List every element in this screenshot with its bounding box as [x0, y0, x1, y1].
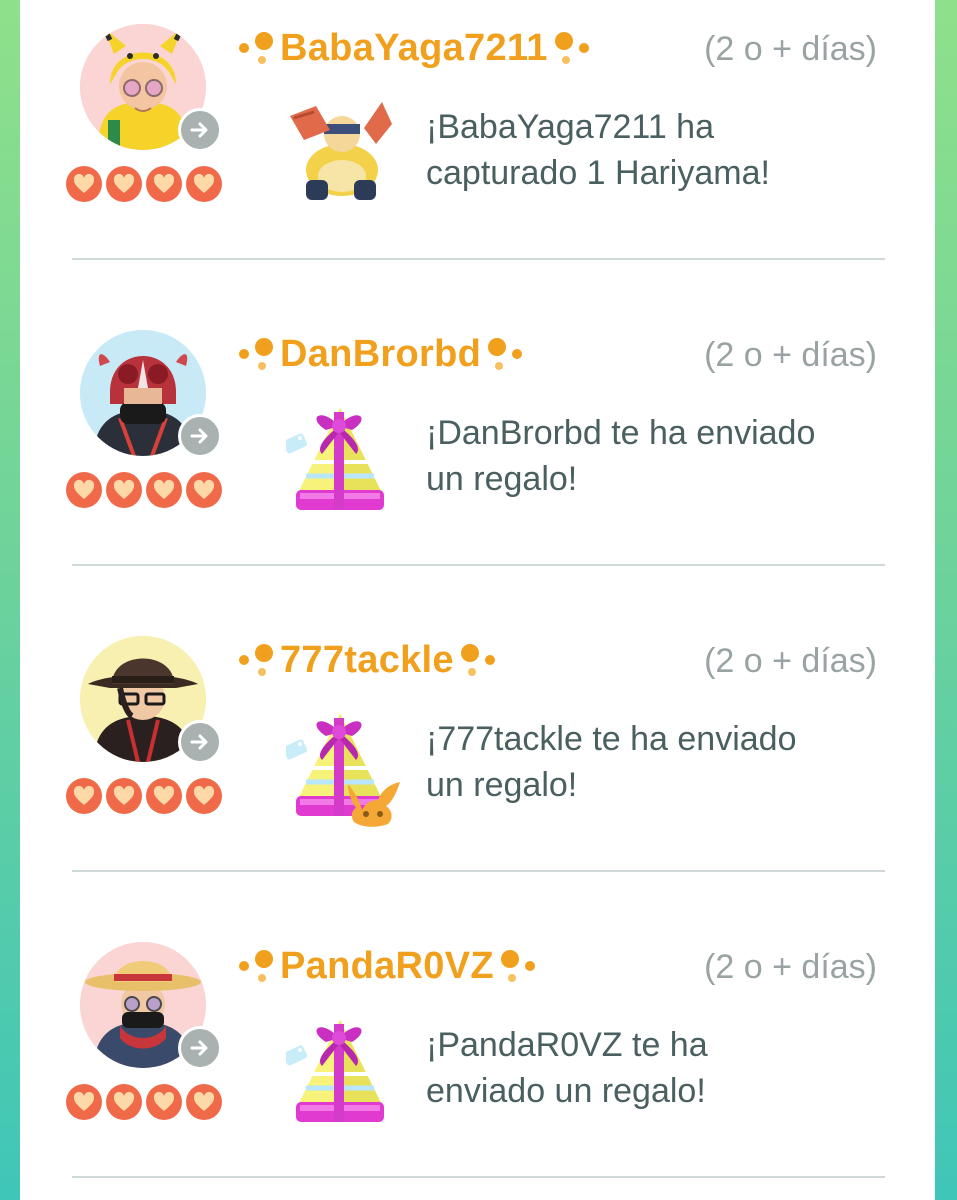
activity-message: ¡BabaYaga7211 ha capturado 1 Hariyama! [426, 104, 886, 196]
view-profile-arrow-button[interactable] [178, 108, 222, 152]
name-dots-decoration-icon [238, 28, 278, 68]
heart-icon [146, 472, 182, 508]
name-dots-decoration-icon [483, 334, 523, 374]
name-dots-decoration-icon [238, 946, 278, 986]
message-line: ¡DanBrorbd te ha enviado [426, 414, 816, 452]
arrow-right-icon [188, 424, 212, 448]
time-ago: (2 o + días) [704, 948, 877, 986]
heart-icon [106, 472, 142, 508]
activity-message: ¡PandaR0VZ te ha enviado un regalo! [426, 1022, 886, 1114]
activity-feed-panel: BabaYaga7211 (2 o + días) ¡BabaYaga7211 … [20, 0, 935, 1200]
name-dots-decoration-icon [550, 28, 590, 68]
trainer-name: BabaYaga7211 [280, 26, 548, 69]
heart-icon [186, 1084, 222, 1120]
message-line: ¡BabaYaga7211 ha [426, 108, 714, 146]
heart-icon [66, 1084, 102, 1120]
heart-icon [186, 166, 222, 202]
feed-item[interactable]: DanBrorbd (2 o + días) ¡DanBrorbd te ha … [20, 306, 935, 612]
heart-icon [146, 1084, 182, 1120]
name-dots-decoration-icon [238, 640, 278, 680]
activity-message: ¡777tackle te ha enviado un regalo! [426, 716, 886, 808]
name-dots-decoration-icon [456, 640, 496, 680]
view-profile-arrow-button[interactable] [178, 720, 222, 764]
name-dots-decoration-icon [238, 334, 278, 374]
message-line: un regalo! [426, 460, 578, 498]
view-profile-arrow-button[interactable] [178, 414, 222, 458]
hariyama-pokemon-icon [286, 90, 394, 210]
message-line: ¡777tackle te ha enviado [426, 720, 797, 758]
message-line: ¡PandaR0VZ te ha [426, 1026, 708, 1064]
activity-message: ¡DanBrorbd te ha enviado un regalo! [426, 410, 886, 502]
gift-icon [286, 1010, 394, 1130]
divider [72, 1176, 885, 1178]
view-profile-arrow-button[interactable] [178, 1026, 222, 1070]
gift-icon [286, 398, 394, 518]
arrow-right-icon [188, 118, 212, 142]
arrow-right-icon [188, 730, 212, 754]
divider [72, 258, 885, 260]
time-ago: (2 o + días) [704, 642, 877, 680]
heart-icon [106, 778, 142, 814]
feed-item[interactable]: PandaR0VZ (2 o + días) ¡PandaR0VZ te ha … [20, 918, 935, 1200]
heart-icon [66, 166, 102, 202]
time-ago: (2 o + días) [704, 30, 877, 68]
trainer-name-row: 777tackle [238, 638, 496, 682]
friendship-hearts [66, 166, 222, 202]
name-dots-decoration-icon [496, 946, 536, 986]
trainer-name-row: BabaYaga7211 [238, 26, 590, 70]
heart-icon [66, 778, 102, 814]
heart-icon [186, 472, 222, 508]
time-ago: (2 o + días) [704, 336, 877, 374]
divider [72, 564, 885, 566]
trainer-name: DanBrorbd [280, 332, 482, 375]
arrow-right-icon [188, 1036, 212, 1060]
heart-icon [186, 778, 222, 814]
heart-icon [106, 166, 142, 202]
heart-icon [146, 166, 182, 202]
trainer-name-row: PandaR0VZ [238, 944, 536, 988]
trainer-name-row: DanBrorbd [238, 332, 523, 376]
feed-item[interactable]: BabaYaga7211 (2 o + días) ¡BabaYaga7211 … [20, 0, 935, 306]
trainer-name: 777tackle [280, 638, 454, 681]
friendship-hearts [66, 1084, 222, 1120]
message-line: enviado un regalo! [426, 1072, 706, 1110]
friendship-hearts [66, 472, 222, 508]
heart-icon [146, 778, 182, 814]
message-line: un regalo! [426, 766, 578, 804]
message-line: capturado 1 Hariyama! [426, 154, 770, 192]
heart-icon [66, 472, 102, 508]
pikachu-ears-sticker-icon [348, 782, 400, 827]
feed-item[interactable]: 777tackle (2 o + días) ¡777tackle te ha … [20, 612, 935, 918]
heart-icon [106, 1084, 142, 1120]
friendship-hearts [66, 778, 222, 814]
divider [72, 870, 885, 872]
trainer-name: PandaR0VZ [280, 944, 494, 987]
